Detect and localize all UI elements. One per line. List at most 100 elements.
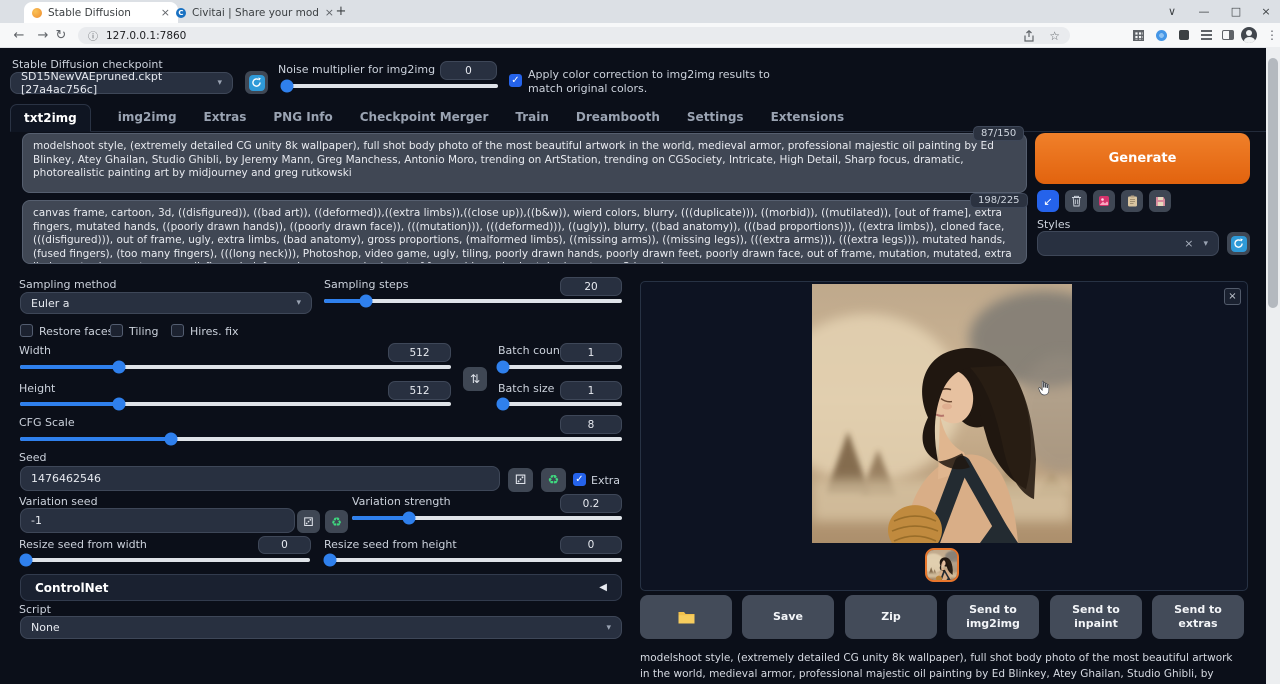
site-info-icon[interactable]: ⓘ [88,28,98,43]
sampling-method-dropdown[interactable]: Euler a ▾ [20,292,312,314]
extension-grid-icon[interactable] [1128,26,1148,44]
send-to-extras-button[interactable]: Send to extras [1152,595,1244,639]
seed-input[interactable] [20,466,500,491]
variation-seed-input[interactable] [20,508,295,533]
window-close-button[interactable]: × [1252,0,1280,23]
send-to-inpaint-button[interactable]: Send to inpaint [1050,595,1142,639]
hires-fix-checkbox[interactable] [171,324,184,337]
script-value: None [31,621,60,634]
seed-label: Seed [19,451,47,464]
batch-count-slider[interactable] [498,365,622,369]
seed-random-button[interactable]: ⚂ [508,468,533,492]
zip-button[interactable]: Zip [845,595,937,639]
styles-dropdown[interactable]: × ▾ [1037,231,1219,256]
color-correction-checkbox[interactable]: ✓ [509,74,522,87]
open-folder-button[interactable] [640,595,732,639]
controlnet-accordion[interactable]: ControlNet ◀ [20,574,622,601]
browser-tab-strip: Stable Diffusion × C Civitai | Share you… [0,0,1280,23]
maximize-button[interactable]: □ [1222,0,1250,23]
gallery-thumbnail[interactable] [925,548,959,582]
dice-icon: ⚂ [303,515,313,529]
noise-multiplier-slider[interactable] [283,84,498,88]
resize-seed-height-slider[interactable] [324,558,622,562]
resize-seed-height-value[interactable]: 0 [560,536,622,554]
reload-icon[interactable]: ↻ [50,24,72,46]
recycle-icon: ♻ [548,473,560,488]
hires-fix-label: Hires. fix [190,325,239,338]
new-tab-button[interactable]: + [330,0,352,23]
paste-params-button[interactable]: ↙ [1037,190,1059,212]
height-slider[interactable] [20,402,451,406]
variation-strength-value[interactable]: 0.2 [560,494,622,513]
side-panel-icon[interactable] [1218,26,1238,44]
noise-multiplier-value[interactable]: 0 [440,61,497,80]
scrollbar-thumb[interactable] [1268,58,1278,308]
checkpoint-dropdown[interactable]: SD15NewVAEpruned.ckpt [27a4ac756c] ▾ [10,72,233,94]
tab-settings[interactable]: Settings [687,110,744,131]
swap-dimensions-button[interactable]: ⇅ [463,367,487,391]
save-style-button[interactable] [1149,190,1171,212]
minimize-button[interactable]: — [1190,0,1218,23]
browser-tab-title: Civitai | Share your models [192,7,319,19]
restore-faces-checkbox[interactable] [20,324,33,337]
sampling-steps-value[interactable]: 20 [560,277,622,296]
extra-seed-checkbox[interactable]: ✓ [573,473,586,486]
save-button[interactable]: Save [742,595,834,639]
extensions-puzzle-icon[interactable] [1174,26,1194,44]
cursor-hand-icon [1038,380,1051,400]
profile-avatar[interactable] [1239,26,1259,44]
tab-checkpoint-merger[interactable]: Checkpoint Merger [360,110,489,131]
extra-networks-button[interactable] [1093,190,1115,212]
extension-blue-icon[interactable] [1151,26,1171,44]
tab-extras[interactable]: Extras [204,110,247,131]
chevron-down-icon: ▾ [606,623,611,633]
resize-seed-width-slider[interactable] [20,558,310,562]
negative-prompt-textarea[interactable]: canvas frame, cartoon, 3d, ((disfigured)… [22,200,1027,264]
browser-tab-civitai[interactable]: C Civitai | Share your models × [168,2,342,23]
browser-tab-title: Stable Diffusion [48,7,155,19]
tab-dreambooth[interactable]: Dreambooth [576,110,660,131]
clear-styles-icon[interactable]: × [1184,237,1193,250]
apply-style-button[interactable] [1121,190,1143,212]
batch-size-slider[interactable] [498,402,622,406]
tab-train[interactable]: Train [515,110,549,131]
sampling-steps-slider[interactable] [324,299,622,303]
script-dropdown[interactable]: None ▾ [20,616,622,639]
tiling-checkbox[interactable] [110,324,123,337]
variation-seed-random-button[interactable]: ⚂ [297,510,320,533]
resize-seed-width-value[interactable]: 0 [258,536,311,554]
cfg-scale-value[interactable]: 8 [560,415,622,434]
batch-count-value[interactable]: 1 [560,343,622,362]
address-bar[interactable]: ⓘ 127.0.0.1:7860 ☆ [78,27,1070,44]
styles-refresh-button[interactable] [1227,232,1250,255]
generate-button[interactable]: Generate [1035,133,1250,184]
tab-extensions[interactable]: Extensions [771,110,845,131]
seed-reuse-button[interactable]: ♻ [541,468,566,492]
gallery-close-button[interactable]: × [1224,288,1241,305]
prompt-textarea[interactable]: modelshoot style, (extremely detailed CG… [22,133,1027,193]
generate-label: Generate [1109,151,1177,166]
reading-list-icon[interactable] [1196,26,1216,44]
bookmark-star-icon[interactable]: ☆ [1049,29,1060,43]
back-icon[interactable]: ← [8,24,30,46]
chevron-down-icon: ▾ [296,298,301,308]
tab-png-info[interactable]: PNG Info [273,110,332,131]
cfg-scale-label: CFG Scale [19,416,75,429]
clear-prompt-button[interactable] [1065,190,1087,212]
tab-img2img[interactable]: img2img [118,110,177,131]
browser-menu-icon[interactable]: ⋮ [1262,26,1280,44]
width-slider[interactable] [20,365,451,369]
height-value[interactable]: 512 [388,381,451,400]
variation-strength-slider[interactable] [352,516,622,520]
window-chevron-button[interactable]: ∨ [1158,0,1186,23]
share-icon[interactable] [1023,30,1035,42]
cfg-scale-slider[interactable] [20,437,622,441]
width-value[interactable]: 512 [388,343,451,362]
variation-seed-reuse-button[interactable]: ♻ [325,510,348,533]
tab-txt2img[interactable]: txt2img [10,104,91,132]
generated-image[interactable] [812,284,1072,543]
batch-size-value[interactable]: 1 [560,381,622,400]
browser-tab-stable-diffusion[interactable]: Stable Diffusion × [24,2,178,23]
send-to-img2img-button[interactable]: Send to img2img [947,595,1039,639]
checkpoint-refresh-button[interactable] [245,71,268,94]
